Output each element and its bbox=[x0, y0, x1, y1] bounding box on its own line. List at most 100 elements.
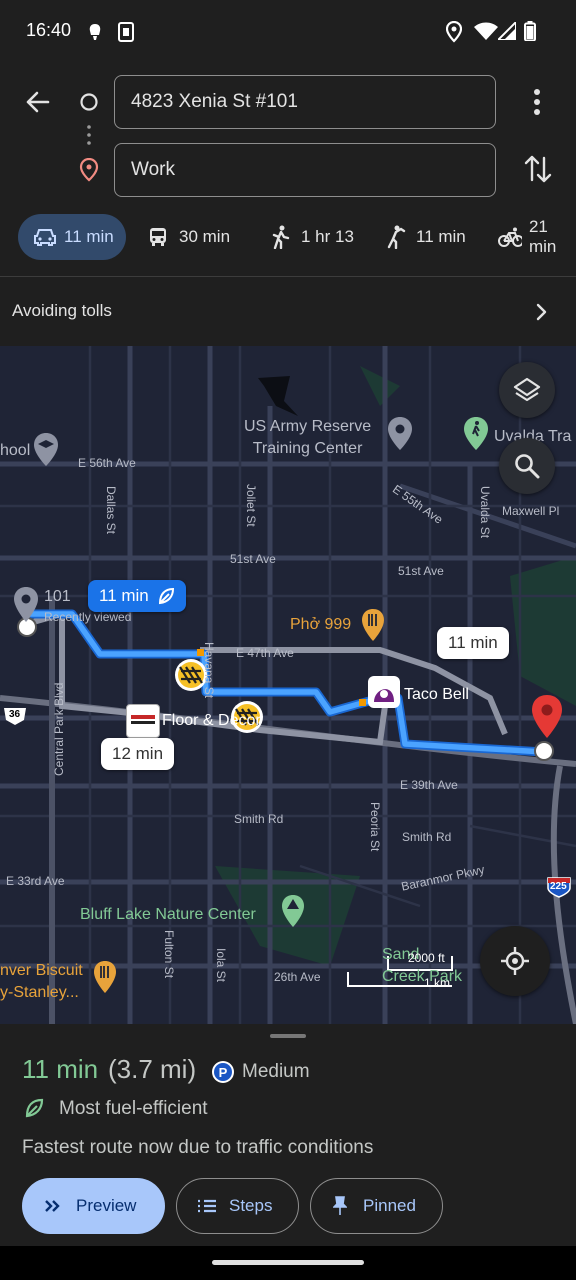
interstate-225-label: 225 bbox=[550, 881, 567, 892]
sheet-drag-handle[interactable] bbox=[270, 1034, 306, 1038]
taco-bell-logo-icon[interactable] bbox=[368, 676, 400, 708]
smith-rd-label: Smith Rd bbox=[234, 812, 284, 826]
steps-label: Steps bbox=[229, 1196, 273, 1215]
destination-input[interactable]: Work bbox=[114, 143, 496, 197]
list-icon bbox=[198, 1199, 216, 1213]
origin-text: 4823 Xenia St #101 bbox=[131, 91, 298, 112]
route-duration: 11 min bbox=[22, 1054, 99, 1084]
saved-place-pin-icon[interactable] bbox=[12, 586, 40, 626]
status-bar: 16:40 bbox=[0, 0, 576, 62]
restaurant-pin-icon-2[interactable] bbox=[92, 960, 118, 996]
rideshare-icon bbox=[387, 225, 406, 249]
back-arrow-icon[interactable] bbox=[24, 88, 52, 116]
e47-label: E 47th Ave bbox=[236, 646, 294, 660]
central-park-label: Central Park Blvd bbox=[52, 682, 66, 776]
mode-transit-label: 30 min bbox=[179, 227, 231, 246]
status-time: 16:40 bbox=[26, 20, 72, 40]
pinned-label: Pinned bbox=[363, 1196, 416, 1215]
alt-route-time-bubble-1[interactable]: 11 min bbox=[437, 627, 509, 659]
smith-rd-label-2: Smith Rd bbox=[402, 830, 452, 844]
poi-pin-icon[interactable] bbox=[386, 416, 414, 454]
mode-drive-label: 11 min bbox=[64, 227, 114, 246]
floor-decor-label: Floor & Decor bbox=[162, 712, 261, 729]
location-icon bbox=[446, 21, 462, 43]
mode-walk-label: 1 hr 13 bbox=[301, 227, 354, 246]
restaurant-pin-icon[interactable] bbox=[360, 608, 386, 644]
layers-icon bbox=[513, 377, 541, 402]
destination-text: Work bbox=[131, 159, 175, 180]
origin-circle-icon bbox=[80, 93, 98, 111]
transit-icon bbox=[150, 228, 166, 246]
mode-drive-tab[interactable]: 11 min bbox=[18, 214, 126, 260]
pinned-button[interactable]: Pinned bbox=[310, 1178, 443, 1234]
trail-pin-icon[interactable] bbox=[462, 416, 490, 454]
alt-route-time-1: 11 min bbox=[448, 633, 498, 652]
parking-icon: P bbox=[212, 1061, 234, 1083]
route-distance: (3.7 mi) bbox=[108, 1054, 197, 1084]
walk-icon bbox=[272, 225, 290, 249]
e56-label: E 56th Ave bbox=[78, 456, 136, 470]
floor-decor-logo-icon[interactable] bbox=[126, 704, 160, 738]
divider bbox=[0, 276, 576, 277]
joliet-label: Joliet St bbox=[244, 484, 258, 527]
bluff-lake-label: Bluff Lake Nature Center bbox=[80, 906, 256, 923]
destination-pin-icon[interactable] bbox=[530, 694, 564, 740]
fulton-label: Fulton St bbox=[162, 930, 176, 979]
havana-label: Havana St bbox=[202, 642, 216, 699]
route-note: Fastest route now due to traffic conditi… bbox=[22, 1137, 374, 1158]
layers-button[interactable] bbox=[499, 362, 555, 418]
alt-route-time-bubble-2[interactable]: 12 min bbox=[101, 738, 175, 770]
car-icon bbox=[34, 229, 56, 246]
my-location-button[interactable] bbox=[480, 926, 550, 996]
school-label: hool bbox=[0, 442, 31, 459]
route-options-text[interactable]: Avoiding tolls bbox=[12, 301, 112, 321]
mode-rideshare-tab[interactable]: 11 min bbox=[384, 214, 466, 260]
search-along-route-button[interactable] bbox=[499, 438, 555, 494]
more-options-icon[interactable] bbox=[528, 88, 546, 116]
e33-label: E 33rd Ave bbox=[6, 874, 65, 888]
biscuit-label: nver Biscuit y-Stanley... bbox=[0, 962, 83, 1001]
army-reserve-label: US Army Reserve Training Center bbox=[244, 418, 372, 457]
home-gesture-handle[interactable] bbox=[212, 1260, 364, 1265]
search-icon bbox=[515, 454, 540, 479]
selected-route-time: 11 min bbox=[99, 586, 149, 605]
recently-viewed-label: Recently viewed bbox=[44, 610, 132, 624]
e39-label: E 39th Ave bbox=[400, 778, 458, 792]
preview-button[interactable]: Preview bbox=[22, 1178, 165, 1234]
dallas-label: Dallas St bbox=[104, 486, 118, 535]
mode-walk-tab[interactable]: 1 hr 13 bbox=[270, 214, 354, 260]
crosshair-icon bbox=[501, 947, 529, 975]
route-dots-icon bbox=[87, 125, 91, 145]
leaf-icon bbox=[158, 587, 174, 605]
26th-ave-label: 26th Ave bbox=[274, 970, 321, 984]
scale-metric: 1 km bbox=[424, 976, 451, 990]
svg-text:P: P bbox=[219, 1065, 228, 1080]
signal-icon bbox=[498, 22, 516, 40]
highway-36-label: 36 bbox=[9, 709, 21, 720]
51st-ave-label-2: 51st Ave bbox=[398, 564, 444, 578]
bike-icon bbox=[498, 227, 522, 247]
park-pin-icon[interactable] bbox=[280, 894, 306, 930]
preview-label: Preview bbox=[76, 1196, 137, 1215]
wifi-icon bbox=[474, 22, 498, 40]
mode-transit-tab[interactable]: 30 min bbox=[148, 214, 230, 260]
uvalda-st-label: Uvalda St bbox=[478, 486, 492, 539]
map-view[interactable]: 36 225 US Army Reserve Training Center U… bbox=[0, 346, 576, 1024]
iola-label: Iola St bbox=[214, 948, 228, 983]
peoria-label: Peoria St bbox=[368, 802, 382, 852]
selected-route-time-bubble[interactable]: 11 min bbox=[88, 580, 186, 612]
origin-input[interactable]: 4823 Xenia St #101 bbox=[114, 75, 496, 129]
maxwell-label: Maxwell Pl bbox=[502, 504, 560, 518]
taco-bell-label: Taco Bell bbox=[404, 686, 469, 703]
steps-button[interactable]: Steps bbox=[176, 1178, 299, 1234]
fuel-efficient-text: Most fuel-efficient bbox=[59, 1098, 208, 1119]
chevron-right-icon[interactable] bbox=[534, 302, 550, 322]
school-pin-icon[interactable] bbox=[32, 432, 60, 470]
mode-bike-tab[interactable]: 21 min bbox=[498, 214, 576, 260]
alt-route-time-2: 12 min bbox=[112, 744, 164, 763]
swap-icon[interactable] bbox=[524, 154, 552, 184]
pho-999-label: Phở 999 bbox=[290, 616, 352, 633]
51st-ave-label: 51st Ave bbox=[230, 552, 276, 566]
leaf-icon bbox=[25, 1098, 44, 1118]
notification-icon bbox=[89, 24, 101, 40]
